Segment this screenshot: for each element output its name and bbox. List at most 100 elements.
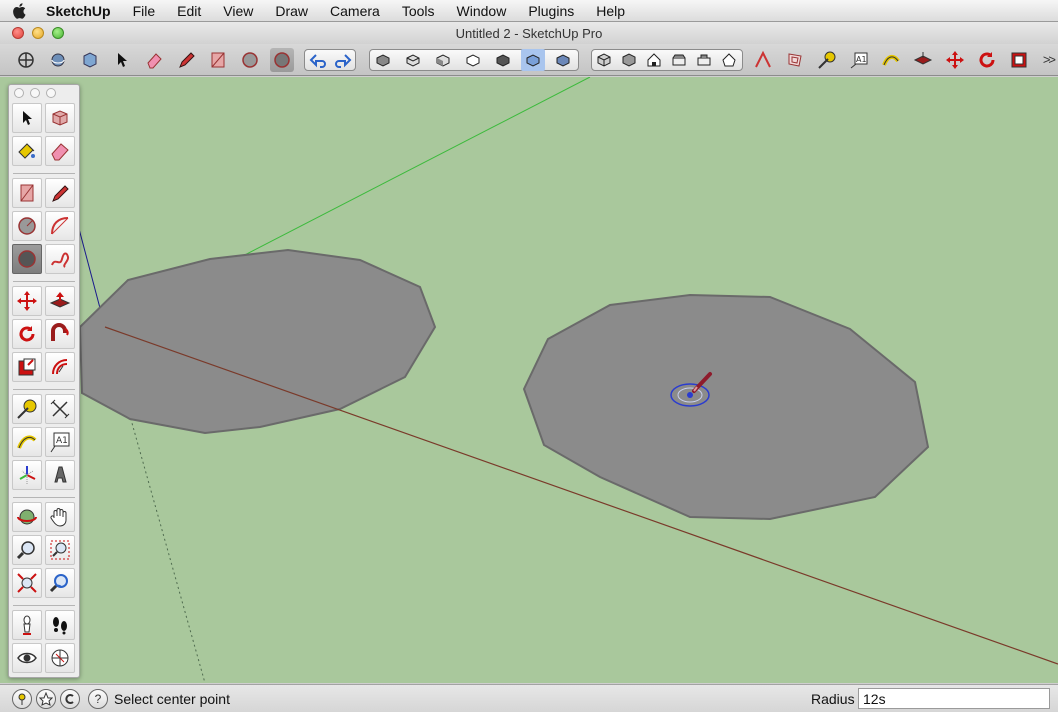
menu-edit[interactable]: Edit [166,0,212,22]
scale-tool[interactable] [12,352,42,382]
menu-app-name[interactable]: SketchUp [40,0,122,22]
zoom-tool[interactable] [12,535,42,565]
rectangle-icon[interactable] [206,48,230,72]
pencil-icon[interactable] [174,48,198,72]
menu-view[interactable]: View [212,0,264,22]
back-view-icon[interactable] [491,49,515,71]
move-tool[interactable] [12,286,42,316]
text-tool[interactable]: A1 [45,427,75,457]
palette-minimize-button[interactable] [30,88,40,98]
orbit-icon[interactable] [46,48,70,72]
toolbar-overflow-button[interactable]: >> [1043,52,1056,67]
left-view-icon[interactable] [521,49,545,71]
help-icon[interactable]: ? [88,689,108,709]
position-camera-tool[interactable] [12,610,42,640]
monochrome-icon[interactable] [717,49,741,71]
status-bar: ? Select center point Radius 12s [0,684,1058,712]
tape-measure-icon[interactable] [815,48,839,72]
freehand-tool[interactable] [45,244,75,274]
arrow-icon[interactable] [110,48,134,72]
section-plane-tool[interactable] [45,643,75,673]
look-around-tool[interactable] [12,643,42,673]
push-pull-icon[interactable] [943,48,967,72]
credits-icon[interactable] [36,689,56,709]
scale-icon[interactable] [1007,48,1031,72]
text-icon[interactable] [879,48,903,72]
menu-help[interactable]: Help [585,0,636,22]
rectangle-tool[interactable] [12,178,42,208]
protractor-tool[interactable] [12,427,42,457]
minimize-window-button[interactable] [32,27,44,39]
eraser-icon[interactable] [142,48,166,72]
zoom-window-tool[interactable] [45,535,75,565]
close-window-button[interactable] [12,27,24,39]
walk-tool[interactable] [45,610,75,640]
zoom-window-button[interactable] [52,27,64,39]
model-canvas[interactable] [0,77,1058,683]
iso-view-icon[interactable] [371,49,395,71]
make-component-tool[interactable] [45,103,75,133]
rotate-tool[interactable] [12,319,42,349]
previous-view-tool[interactable] [45,568,75,598]
palette-divider [13,281,75,282]
copyright-icon[interactable] [60,689,80,709]
menubar: SketchUp File Edit View Draw Camera Tool… [0,0,1058,22]
bottom-view-icon[interactable] [551,49,575,71]
apple-menu-icon[interactable] [0,2,40,19]
offset-tool[interactable] [45,352,75,382]
geolocation-icon[interactable] [12,689,32,709]
xray-icon[interactable] [592,49,616,71]
3d-text-tool[interactable] [45,460,75,490]
orbit-tool[interactable] [12,502,42,532]
circle-tool[interactable] [12,211,42,241]
zoom-extents-tool[interactable] [12,568,42,598]
tape-measure-tool[interactable] [12,394,42,424]
menu-file[interactable]: File [122,0,167,22]
paint-icon[interactable] [911,48,935,72]
arc-tool[interactable] [45,211,75,241]
polygon-face-right[interactable] [522,293,930,521]
polygon-icon[interactable] [270,48,294,72]
arc-icon[interactable] [751,48,775,72]
eraser-tool[interactable] [45,136,75,166]
svg-text:A1: A1 [856,55,867,64]
front-view-icon[interactable] [431,49,455,71]
window-title: Untitled 2 - SketchUp Pro [455,25,603,41]
palette-close-button[interactable] [14,88,24,98]
status-message: Select center point [114,691,230,707]
component-icon[interactable] [78,48,102,72]
pan-tool[interactable] [45,502,75,532]
menu-tools[interactable]: Tools [391,0,446,22]
push-pull-tool[interactable] [45,286,75,316]
polygon-tool[interactable] [12,244,42,274]
rotate-icon[interactable] [975,48,999,72]
palette-divider [13,605,75,606]
axes-tool[interactable] [12,460,42,490]
dimension-icon[interactable]: A1 [847,48,871,72]
menu-plugins[interactable]: Plugins [517,0,585,22]
wireframe-icon[interactable] [617,49,641,71]
menu-draw[interactable]: Draw [264,0,319,22]
paint-bucket-tool[interactable] [12,136,42,166]
right-view-icon[interactable] [461,49,485,71]
top-view-icon[interactable] [401,49,425,71]
redo-icon[interactable] [331,49,355,71]
hidden-line-icon[interactable] [642,49,666,71]
measurement-input[interactable]: 12s [858,688,1050,709]
line-tool[interactable] [45,178,75,208]
palette-zoom-button[interactable] [46,88,56,98]
menu-window[interactable]: Window [446,0,518,22]
shaded-icon[interactable] [667,49,691,71]
offset-icon[interactable] [783,48,807,72]
select-tool[interactable] [12,103,42,133]
dimension-tool[interactable] [45,394,75,424]
measurement-label: Radius [811,691,855,707]
select-cursor-icon[interactable] [14,48,38,72]
drawing-viewport[interactable] [0,77,1058,683]
circle-icon[interactable] [238,48,262,72]
follow-me-tool[interactable] [45,319,75,349]
undo-icon[interactable] [306,49,330,71]
polygon-face-left[interactable] [78,248,437,435]
menu-camera[interactable]: Camera [319,0,391,22]
shaded-texture-icon[interactable] [692,49,716,71]
